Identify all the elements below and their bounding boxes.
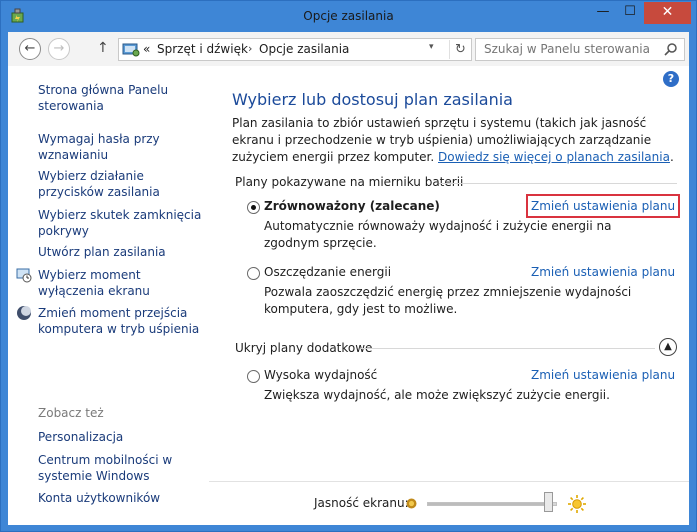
plan-high-performance-name[interactable]: Wysoka wydajność [264, 368, 377, 382]
refresh-button[interactable]: ↻ [449, 40, 471, 59]
sidebar-link-user-accounts[interactable]: Konta użytkowników [38, 490, 203, 506]
sidebar: Strona główna Panelu sterowania Wymagaj … [8, 66, 207, 525]
breadcrumb-separator-icon[interactable]: › [248, 42, 252, 55]
help-icon[interactable]: ? [663, 71, 679, 87]
control-panel-icon [122, 43, 140, 57]
page-title: Wybierz lub dostosuj plan zasilania [232, 90, 513, 109]
plan-high-performance-change-settings-link[interactable]: Zmień ustawienia planu [531, 368, 675, 382]
battery-meter-plans-heading: Plany pokazywane na mierniku baterii [235, 175, 464, 189]
plan-balanced-description: Automatycznie równoważy wydajność i zuży… [264, 219, 612, 250]
up-button[interactable]: ↑ [97, 40, 109, 56]
display-timer-icon [16, 268, 32, 283]
maximize-button[interactable]: ☐ [617, 2, 643, 24]
group-divider [361, 348, 655, 349]
plan-power-saver-description: Pozwala zaoszczędzić energię przez zmnie… [264, 285, 632, 316]
breadcrumb-overflow[interactable]: « [143, 42, 150, 56]
learn-more-link[interactable]: Dowiedz się więcej o planach zasilania [438, 150, 670, 164]
search-icon[interactable] [664, 42, 678, 56]
forward-arrow-icon: → [53, 41, 65, 56]
plan-power-saver-change-settings-link[interactable]: Zmień ustawienia planu [531, 265, 675, 279]
main-panel: ? Wybierz lub dostosuj plan zasilania Pl… [209, 66, 689, 525]
hide-additional-plans-heading: Ukryj plany dodatkowe [235, 341, 373, 355]
plan-balanced-name[interactable]: Zrównoważony (zalecane) [264, 199, 440, 213]
title-bar[interactable]: Opcje zasilania — ☐ ✕ [1, 1, 696, 32]
forward-button[interactable]: → [48, 38, 70, 60]
sidebar-link-lid-action[interactable]: Wybierz skutek zamknięcia pokrywy [38, 207, 203, 239]
brightness-slider-track[interactable] [427, 502, 557, 506]
plan-balanced-radio[interactable] [247, 201, 260, 214]
sidebar-link-mobility-center[interactable]: Centrum mobilności w systemie Windows [38, 452, 203, 484]
brightness-label: Jasność ekranu: [314, 496, 409, 510]
back-button[interactable]: ← [19, 38, 41, 60]
intro-end: . [669, 150, 674, 164]
sidebar-link-power-buttons[interactable]: Wybierz działanie przycisków zasilania [38, 168, 203, 200]
sidebar-link-personalization[interactable]: Personalizacja [38, 429, 203, 445]
bright-sun-icon [568, 495, 586, 513]
search-input[interactable] [476, 39, 656, 59]
breadcrumb-hardware-sound[interactable]: Sprzęt i dźwięk [157, 42, 248, 56]
content-area: Strona główna Panelu sterowania Wymagaj … [8, 66, 689, 525]
minimize-button[interactable]: — [590, 2, 616, 24]
sidebar-link-control-panel-home[interactable]: Strona główna Panelu sterowania [38, 82, 203, 114]
plan-high-performance-radio[interactable] [247, 370, 260, 383]
brightness-bar: Jasność ekranu: [209, 481, 689, 525]
sidebar-link-display-off[interactable]: Wybierz moment wyłączenia ekranu [38, 267, 203, 299]
brightness-slider-fill [428, 503, 552, 505]
address-dropdown-icon[interactable]: ▾ [429, 42, 434, 52]
brightness-slider-thumb[interactable] [544, 492, 553, 512]
refresh-icon: ↻ [455, 42, 466, 57]
see-also-heading: Zobacz też [38, 406, 104, 420]
plan-high-performance-description: Zwiększa wydajność, ale może zwiększyć z… [264, 388, 610, 402]
collapse-chevron-up-icon[interactable]: ▲ [659, 338, 677, 356]
sleep-moon-icon [17, 306, 31, 320]
sidebar-link-create-plan[interactable]: Utwórz plan zasilania [38, 244, 203, 260]
power-options-window: Opcje zasilania — ☐ ✕ ← → ↑ « Sprzęt i d… [0, 0, 697, 532]
sidebar-link-sleep[interactable]: Zmień moment przejścia komputera w tryb … [38, 305, 203, 337]
plan-balanced-change-settings-link[interactable]: Zmień ustawienia planu [525, 194, 681, 218]
search-box[interactable] [475, 38, 685, 61]
back-arrow-icon: ← [24, 41, 36, 56]
group-divider [439, 183, 677, 184]
plan-power-saver-name[interactable]: Oszczędzanie energii [264, 265, 391, 279]
navigation-bar: ← → ↑ « Sprzęt i dźwięk › Opcje zasilani… [8, 32, 689, 66]
up-arrow-icon: ↑ [97, 40, 109, 56]
plan-power-saver-radio[interactable] [247, 267, 260, 280]
sidebar-link-require-password[interactable]: Wymagaj hasła przy wznawianiu [38, 131, 203, 163]
dim-sun-icon [406, 498, 417, 509]
close-button[interactable]: ✕ [644, 2, 691, 24]
breadcrumb-power-options[interactable]: Opcje zasilania [259, 42, 349, 56]
address-bar[interactable]: « Sprzęt i dźwięk › Opcje zasilania ▾ ↻ [118, 38, 472, 61]
intro-text: Plan zasilania to zbiór ustawień sprzętu… [232, 115, 682, 166]
